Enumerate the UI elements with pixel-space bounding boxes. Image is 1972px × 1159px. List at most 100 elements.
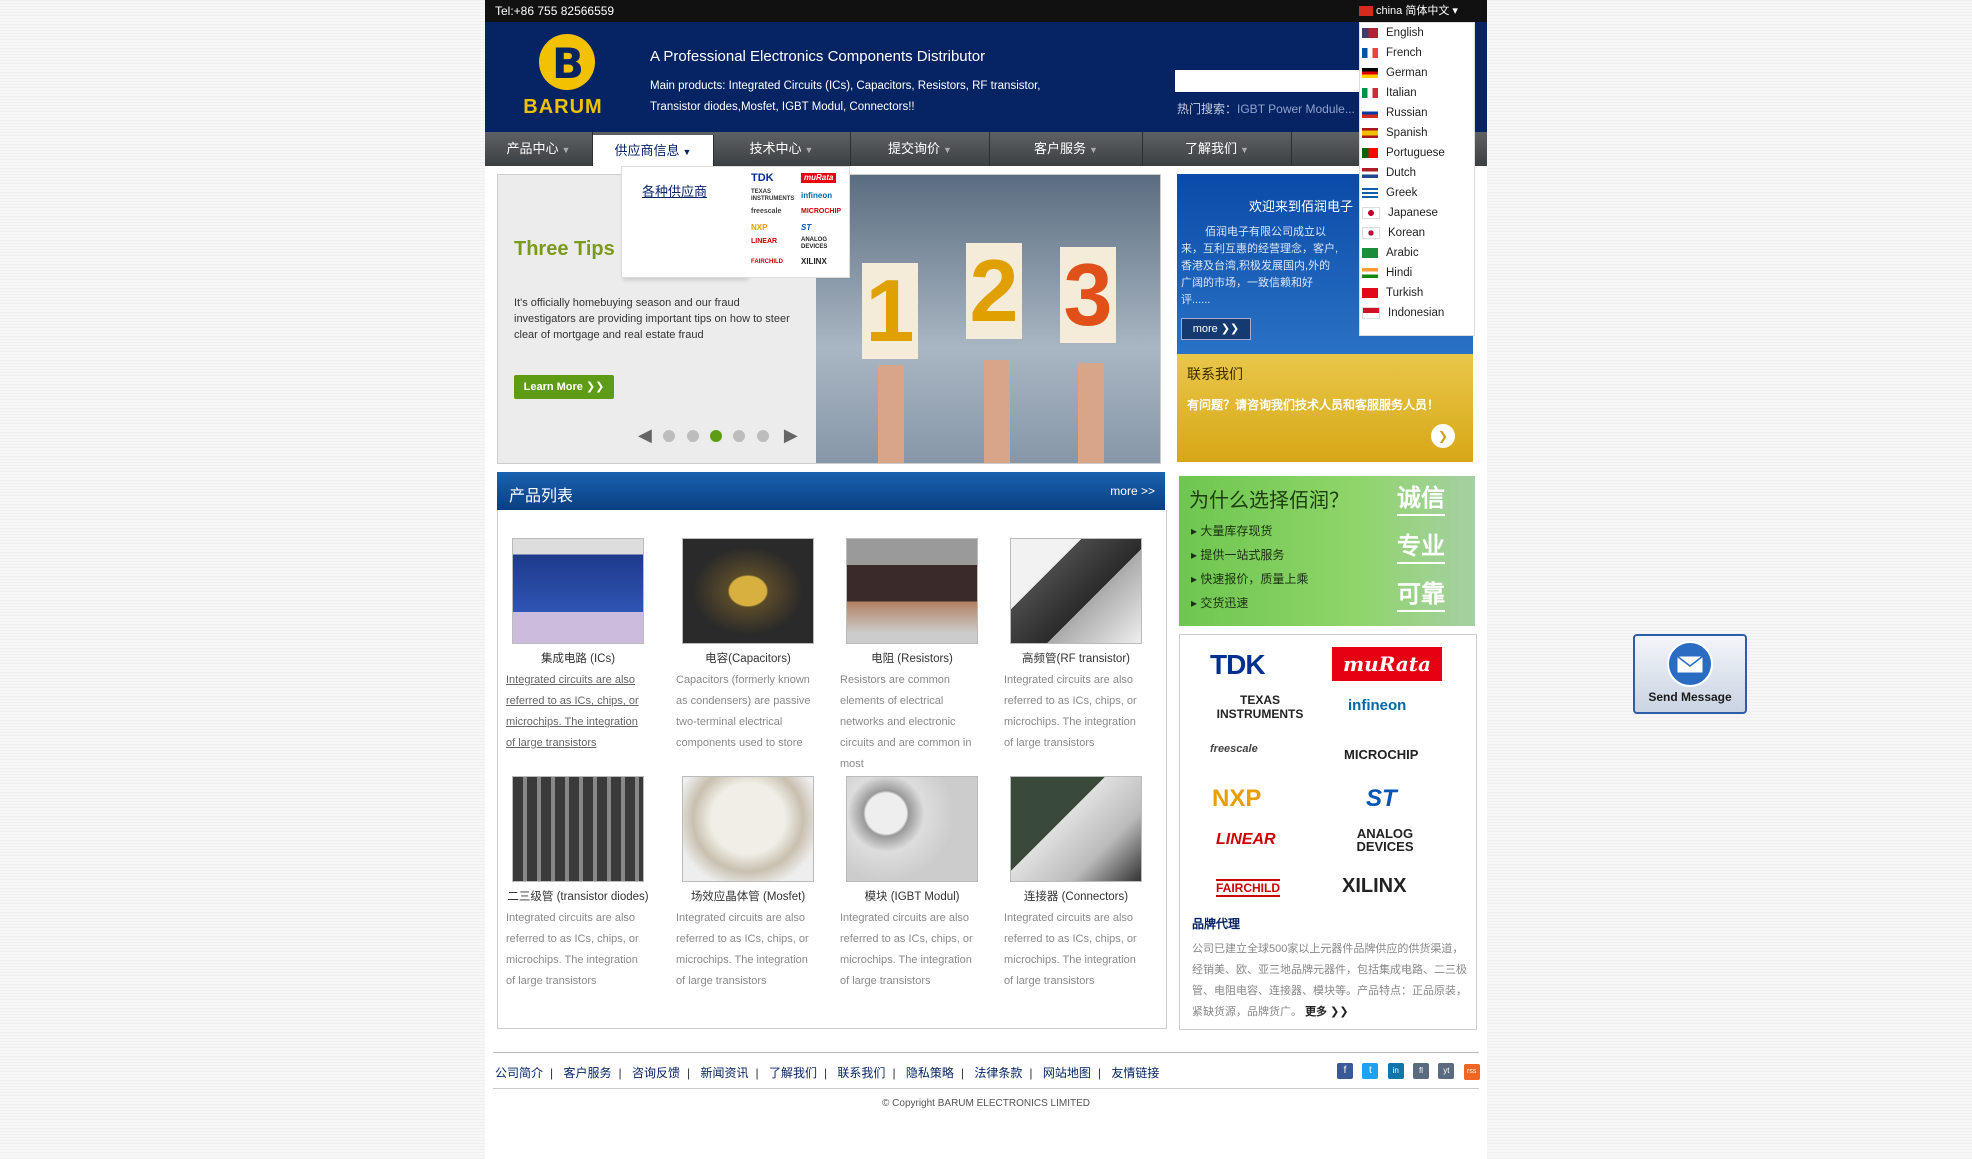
send-message-button[interactable]: Send Message — [1633, 634, 1747, 714]
welcome-more-button[interactable]: more ❯❯ — [1181, 318, 1251, 340]
slide-dot-active[interactable] — [709, 429, 722, 442]
product-image[interactable] — [1010, 776, 1142, 882]
linkedin-icon[interactable]: in — [1387, 1063, 1404, 1079]
brand-logo[interactable]: freescale — [751, 207, 781, 217]
language-option[interactable]: Italian — [1360, 83, 1417, 103]
brand-logo[interactable]: NXP — [751, 223, 767, 233]
flickr-icon[interactable]: fl — [1413, 1063, 1430, 1079]
nav-item-inquiry[interactable]: 提交询价 ▼ — [851, 132, 990, 166]
brand-logo[interactable]: muRata — [1332, 647, 1442, 681]
next-arrow-icon[interactable]: ▶ — [784, 425, 798, 446]
brand-logo[interactable]: muRata — [801, 173, 837, 183]
brand-logo[interactable]: FAIRCHILD — [751, 257, 783, 267]
product-image[interactable] — [846, 538, 978, 644]
footer-link[interactable]: 新闻资讯 — [700, 1066, 748, 1080]
language-option[interactable]: Dutch — [1360, 163, 1416, 183]
brand-logo[interactable]: TDK — [1210, 649, 1266, 681]
language-option[interactable]: Indonesian — [1360, 303, 1444, 323]
learn-more-button[interactable]: Learn More ❯❯ — [514, 375, 614, 399]
product-name[interactable]: 场效应晶体管 (Mosfet) — [668, 888, 828, 904]
product-image[interactable] — [1010, 538, 1142, 644]
brand-logo[interactable]: XILINX — [1342, 875, 1406, 898]
hot-search-keyword[interactable]: IGBT Power Module... — [1237, 102, 1355, 116]
product-name[interactable]: 高频管(RF transistor) — [996, 650, 1156, 666]
language-option[interactable]: Turkish — [1360, 283, 1423, 303]
brand-logo[interactable]: TEXAS INSTRUMENTS — [751, 189, 795, 203]
brand-logo[interactable]: infineon — [1348, 697, 1406, 714]
product-description[interactable]: Integrated circuits are also referred to… — [498, 670, 658, 754]
product-name[interactable]: 集成电路 (ICs) — [498, 650, 658, 666]
product-image[interactable] — [846, 776, 978, 882]
brand-logo[interactable]: infineon — [801, 191, 832, 201]
product-card[interactable]: 二三级管 (transistor diodes) Integrated circ… — [498, 776, 658, 992]
youtube-icon[interactable]: yt — [1438, 1063, 1455, 1079]
brand-logo[interactable]: NXP — [1212, 785, 1261, 813]
language-option[interactable]: Japanese — [1360, 203, 1438, 223]
product-image[interactable] — [512, 538, 644, 644]
brand-logo[interactable]: ST — [1366, 785, 1397, 813]
language-selector[interactable]: china 简体中文 ▾ — [1359, 2, 1479, 20]
arrow-right-icon[interactable]: ❯ — [1431, 424, 1455, 448]
footer-link[interactable]: 公司简介 — [495, 1066, 543, 1080]
brand-logo[interactable]: MICROCHIP — [801, 207, 841, 217]
brand-logo[interactable]: TEXAS INSTRUMENTS — [1210, 693, 1310, 721]
nav-item-about[interactable]: 了解我们 ▼ — [1143, 132, 1292, 166]
language-option[interactable]: English — [1360, 23, 1424, 43]
product-image[interactable] — [682, 776, 814, 882]
nav-item-customer-service[interactable]: 客户服务 ▼ — [990, 132, 1143, 166]
search-input[interactable] — [1175, 70, 1359, 92]
product-card[interactable]: 高频管(RF transistor) Integrated circuits a… — [996, 538, 1156, 754]
brand-logo[interactable]: LINEAR — [751, 237, 777, 247]
footer-link[interactable]: 联系我们 — [837, 1066, 885, 1080]
barum-logo[interactable]: B BARUM — [517, 34, 607, 119]
product-image[interactable] — [512, 776, 644, 882]
brand-logo[interactable]: ANALOG DEVICES — [1340, 827, 1430, 853]
product-name[interactable]: 电容(Capacitors) — [668, 650, 828, 666]
footer-link[interactable]: 友情链接 — [1111, 1066, 1159, 1080]
language-option[interactable]: French — [1360, 43, 1422, 63]
footer-link[interactable]: 法律条款 — [974, 1066, 1022, 1080]
footer-link[interactable]: 网站地图 — [1043, 1066, 1091, 1080]
slide-dot[interactable] — [733, 429, 746, 442]
language-option[interactable]: Arabic — [1360, 243, 1419, 263]
footer-link[interactable]: 咨询反馈 — [632, 1066, 680, 1080]
product-name[interactable]: 二三级管 (transistor diodes) — [498, 888, 658, 904]
nav-item-products[interactable]: 产品中心 ▼ — [485, 132, 593, 166]
footer-link[interactable]: 了解我们 — [769, 1066, 817, 1080]
twitter-icon[interactable]: t — [1362, 1063, 1379, 1079]
footer-link[interactable]: 客户服务 — [563, 1066, 611, 1080]
product-card[interactable]: 场效应晶体管 (Mosfet) Integrated circuits are … — [668, 776, 828, 992]
language-option[interactable]: German — [1360, 63, 1428, 83]
language-option[interactable]: Greek — [1360, 183, 1417, 203]
brand-logo[interactable]: MICROCHIP — [1344, 747, 1418, 762]
brand-logo[interactable]: freescale — [1210, 743, 1258, 755]
all-suppliers-link[interactable]: 各种供应商 — [642, 181, 707, 200]
footer-link[interactable]: 隐私策略 — [906, 1066, 954, 1080]
product-card[interactable]: 连接器 (Connectors) Integrated circuits are… — [996, 776, 1156, 992]
language-option[interactable]: Portuguese — [1360, 143, 1445, 163]
slide-dot[interactable] — [663, 429, 676, 442]
product-image[interactable] — [682, 538, 814, 644]
language-option[interactable]: Korean — [1360, 223, 1425, 243]
nav-item-suppliers[interactable]: 供应商信息 ▼ — [593, 135, 714, 166]
nav-item-tech-center[interactable]: 技术中心 ▼ — [713, 132, 851, 166]
language-option[interactable]: Hindi — [1360, 263, 1412, 283]
brand-logo[interactable]: ANALOG DEVICES — [801, 237, 845, 251]
slide-dot[interactable] — [756, 429, 769, 442]
language-option[interactable]: Russian — [1360, 103, 1428, 123]
product-card[interactable]: 模块 (IGBT Modul) Integrated circuits are … — [832, 776, 992, 992]
brands-more-link[interactable]: 更多 ❯❯ — [1305, 1006, 1349, 1018]
product-list-more-link[interactable]: more >> — [1110, 484, 1155, 498]
facebook-icon[interactable]: f — [1337, 1063, 1353, 1079]
language-option[interactable]: Spanish — [1360, 123, 1428, 143]
rss-icon[interactable]: rss — [1463, 1064, 1480, 1080]
product-name[interactable]: 连接器 (Connectors) — [996, 888, 1156, 904]
brand-logo[interactable]: TDK — [751, 173, 774, 184]
prev-arrow-icon[interactable]: ◀ — [638, 425, 652, 446]
slide-dot[interactable] — [686, 429, 699, 442]
brand-logo[interactable]: XILINX — [801, 257, 827, 267]
product-card[interactable]: 电阻 (Resistors) Resistors are common elem… — [832, 538, 992, 775]
product-name[interactable]: 模块 (IGBT Modul) — [832, 888, 992, 904]
product-card[interactable]: 电容(Capacitors) Capacitors (formerly know… — [668, 538, 828, 754]
product-name[interactable]: 电阻 (Resistors) — [832, 650, 992, 666]
